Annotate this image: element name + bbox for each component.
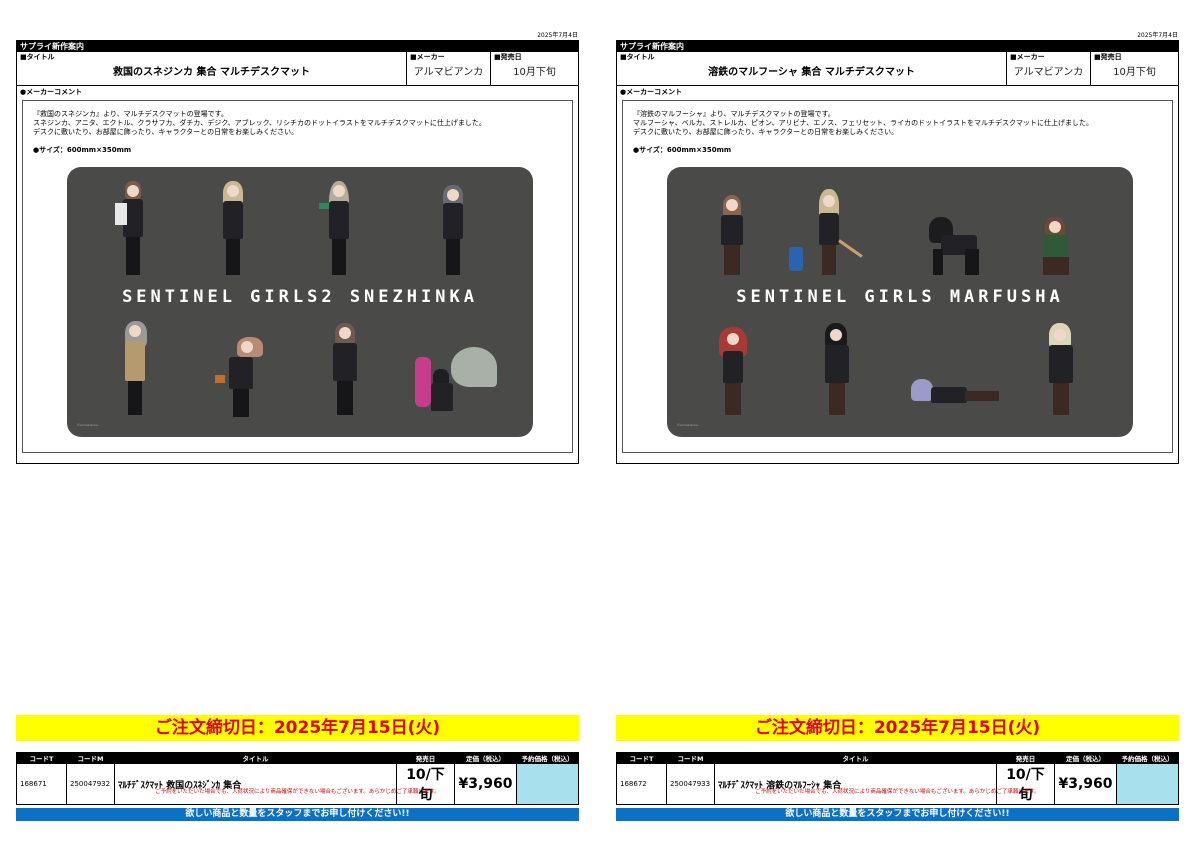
- table-header-row: コードT コードM タイトル 発売日 定価（税込） 予約価格（税込）: [616, 752, 1179, 764]
- order-deadline-banner: ご注文締切日：2025年7月15日(火): [16, 715, 579, 741]
- reserve-price-cell[interactable]: [516, 763, 579, 805]
- comment-box: 『溶鉄のマルフーシャ』より、マルチデスクマットの登場です。 マルフーシャ、ベルカ…: [622, 100, 1173, 453]
- reserve-price-cell[interactable]: [1116, 763, 1179, 805]
- pixel-character: [1037, 217, 1077, 277]
- product-info-box: サプライ新作案内 ■タイトル 溶鉄のマルフーシャ 集合 マルチデスクマット ■メ…: [616, 40, 1179, 464]
- desk-mat-logo: SENTINEL GIRLS MARFUSHA: [736, 287, 1064, 307]
- pixel-character-group: [415, 347, 499, 417]
- product-title: 溶鉄のマルフーシャ 集合 マルチデスクマット: [708, 67, 915, 78]
- table-row: 168672 250047933 ﾏﾙﾁﾃﾞｽｸﾏｯﾄ 溶鉄のﾏﾙﾌｰｼｬ 集合…: [616, 763, 1179, 805]
- maker-label: ■メーカー: [1010, 53, 1045, 61]
- column-header: 予約価格（税込）: [516, 752, 579, 764]
- product-title: 救国のスネジンカ 集合 マルチデスクマット: [113, 67, 310, 78]
- section-header: サプライ新作案内: [617, 41, 1178, 52]
- desk-mat-logo: SENTINEL GIRLS2 SNEZHINKA: [122, 287, 478, 307]
- product-name-cell: ﾏﾙﾁﾃﾞｽｸﾏｯﾄ 救国のｽﾈｼﾞﾝｶ 集合: [114, 763, 397, 805]
- product-name-cell: ﾏﾙﾁﾃﾞｽｸﾏｯﾄ 溶鉄のﾏﾙﾌｰｼｬ 集合: [714, 763, 997, 805]
- code-t-cell: 168672: [616, 763, 667, 805]
- maker-cell: ■メーカー アルマビアンカ: [407, 52, 491, 85]
- release-value: 10月下旬: [1113, 67, 1156, 78]
- pixel-character: [713, 195, 751, 277]
- staff-request-banner: 欲しい商品と数量をスタッフまでお申し付けください!!: [616, 808, 1179, 821]
- pixel-character: [789, 189, 869, 277]
- comment-label: ●メーカーコメント: [20, 88, 83, 96]
- pixel-character: [319, 181, 363, 277]
- column-header: タイトル: [714, 752, 997, 764]
- release-cell: 10/下旬: [396, 763, 455, 805]
- flyer-page-snezhinka: 2025年7月4日 サプライ新作案内 ■タイトル 救国のスネジンカ 集合 マルチ…: [16, 0, 582, 849]
- order-deadline-banner: ご注文締切日：2025年7月15日(火): [616, 715, 1179, 741]
- pixel-character: [713, 327, 753, 417]
- reservation-note: ご予約をいただいた場合でも、入荷状況により商品確保ができない場合もございます。あ…: [155, 789, 440, 795]
- maker-value: アルマビアンカ: [1013, 67, 1084, 78]
- copyright-stamp: ©Armabianca: [77, 423, 98, 427]
- pixel-character: [435, 185, 471, 277]
- pixel-character: [925, 217, 987, 277]
- column-header: 定価（税込）: [454, 752, 517, 764]
- meta-row: ■タイトル 救国のスネジンカ 集合 マルチデスクマット ■メーカー アルマビアン…: [17, 52, 578, 86]
- column-header: 定価（税込）: [1054, 752, 1117, 764]
- code-m-cell: 250047932: [66, 763, 115, 805]
- column-header: コードT: [616, 752, 667, 764]
- release-cell: ■発売日 10月下旬: [1091, 52, 1178, 85]
- order-table: コードT コードM タイトル 発売日 定価（税込） 予約価格（税込） 16867…: [16, 752, 579, 805]
- release-cell: ■発売日 10月下旬: [491, 52, 578, 85]
- column-header: 発売日: [396, 752, 455, 764]
- column-header: コードM: [66, 752, 115, 764]
- release-value: 10月下旬: [513, 67, 556, 78]
- maker-comment: 『溶鉄のマルフーシャ』より、マルチデスクマットの登場です。 マルフーシャ、ベルカ…: [633, 110, 1093, 136]
- comment-box: 『救国のスネジンカ』より、マルチデスクマットの登場です。 スネジンカ、アニタ、エ…: [22, 100, 573, 453]
- column-header: タイトル: [114, 752, 397, 764]
- pixel-character: [905, 373, 1001, 417]
- maker-value: アルマビアンカ: [413, 67, 484, 78]
- title-cell: ■タイトル 救国のスネジンカ 集合 マルチデスクマット: [17, 52, 407, 85]
- release-label: ■発売日: [1094, 53, 1122, 61]
- maker-label: ■メーカー: [410, 53, 445, 61]
- table-row: 168671 250047932 ﾏﾙﾁﾃﾞｽｸﾏｯﾄ 救国のｽﾈｼﾞﾝｶ 集合…: [16, 763, 579, 805]
- pixel-character: [215, 337, 269, 417]
- flyer-page-marfusha: 2025年7月4日 サプライ新作案内 ■タイトル 溶鉄のマルフーシャ 集合 マル…: [616, 0, 1182, 849]
- title-cell: ■タイトル 溶鉄のマルフーシャ 集合 マルチデスクマット: [617, 52, 1007, 85]
- pixel-character: [1041, 323, 1081, 417]
- price-cell: ¥3,960: [1054, 763, 1117, 805]
- size-spec: ●サイズ：600mm×350mm: [33, 146, 132, 154]
- issue-date: 2025年7月4日: [537, 32, 578, 39]
- column-header: 予約価格（税込）: [1116, 752, 1179, 764]
- meta-row: ■タイトル 溶鉄のマルフーシャ 集合 マルチデスクマット ■メーカー アルマビア…: [617, 52, 1178, 86]
- desk-mat-image: SENTINEL GIRLS MARFUSHA ©Armabianca: [667, 167, 1133, 437]
- pixel-character: [323, 323, 367, 417]
- desk-mat-image: SENTINEL GIRLS2 SNEZHINKA ©Armabianca: [67, 167, 533, 437]
- table-header-row: コードT コードM タイトル 発売日 定価（税込） 予約価格（税込）: [16, 752, 579, 764]
- pixel-character: [215, 181, 251, 277]
- price-cell: ¥3,960: [454, 763, 517, 805]
- reservation-note: ご予約をいただいた場合でも、入荷状況により商品確保ができない場合もございます。あ…: [755, 789, 1040, 795]
- pixel-character: [117, 321, 153, 417]
- product-info-box: サプライ新作案内 ■タイトル 救国のスネジンカ 集合 マルチデスクマット ■メー…: [16, 40, 579, 464]
- title-label: ■タイトル: [620, 53, 655, 61]
- release-label: ■発売日: [494, 53, 522, 61]
- code-m-cell: 250047933: [666, 763, 715, 805]
- pixel-character: [817, 323, 857, 417]
- column-header: 発売日: [996, 752, 1055, 764]
- issue-date: 2025年7月4日: [1137, 32, 1178, 39]
- section-header: サプライ新作案内: [17, 41, 578, 52]
- staff-request-banner: 欲しい商品と数量をスタッフまでお申し付けください!!: [16, 808, 579, 821]
- size-spec: ●サイズ：600mm×350mm: [633, 146, 732, 154]
- copyright-stamp: ©Armabianca: [677, 423, 698, 427]
- release-cell: 10/下旬: [996, 763, 1055, 805]
- comment-label: ●メーカーコメント: [620, 88, 683, 96]
- pixel-character: [115, 181, 151, 277]
- column-header: コードT: [16, 752, 67, 764]
- maker-comment: 『救国のスネジンカ』より、マルチデスクマットの登場です。 スネジンカ、アニタ、エ…: [33, 110, 486, 136]
- title-label: ■タイトル: [20, 53, 55, 61]
- order-table: コードT コードM タイトル 発売日 定価（税込） 予約価格（税込） 16867…: [616, 752, 1179, 805]
- code-t-cell: 168671: [16, 763, 67, 805]
- column-header: コードM: [666, 752, 715, 764]
- maker-cell: ■メーカー アルマビアンカ: [1007, 52, 1091, 85]
